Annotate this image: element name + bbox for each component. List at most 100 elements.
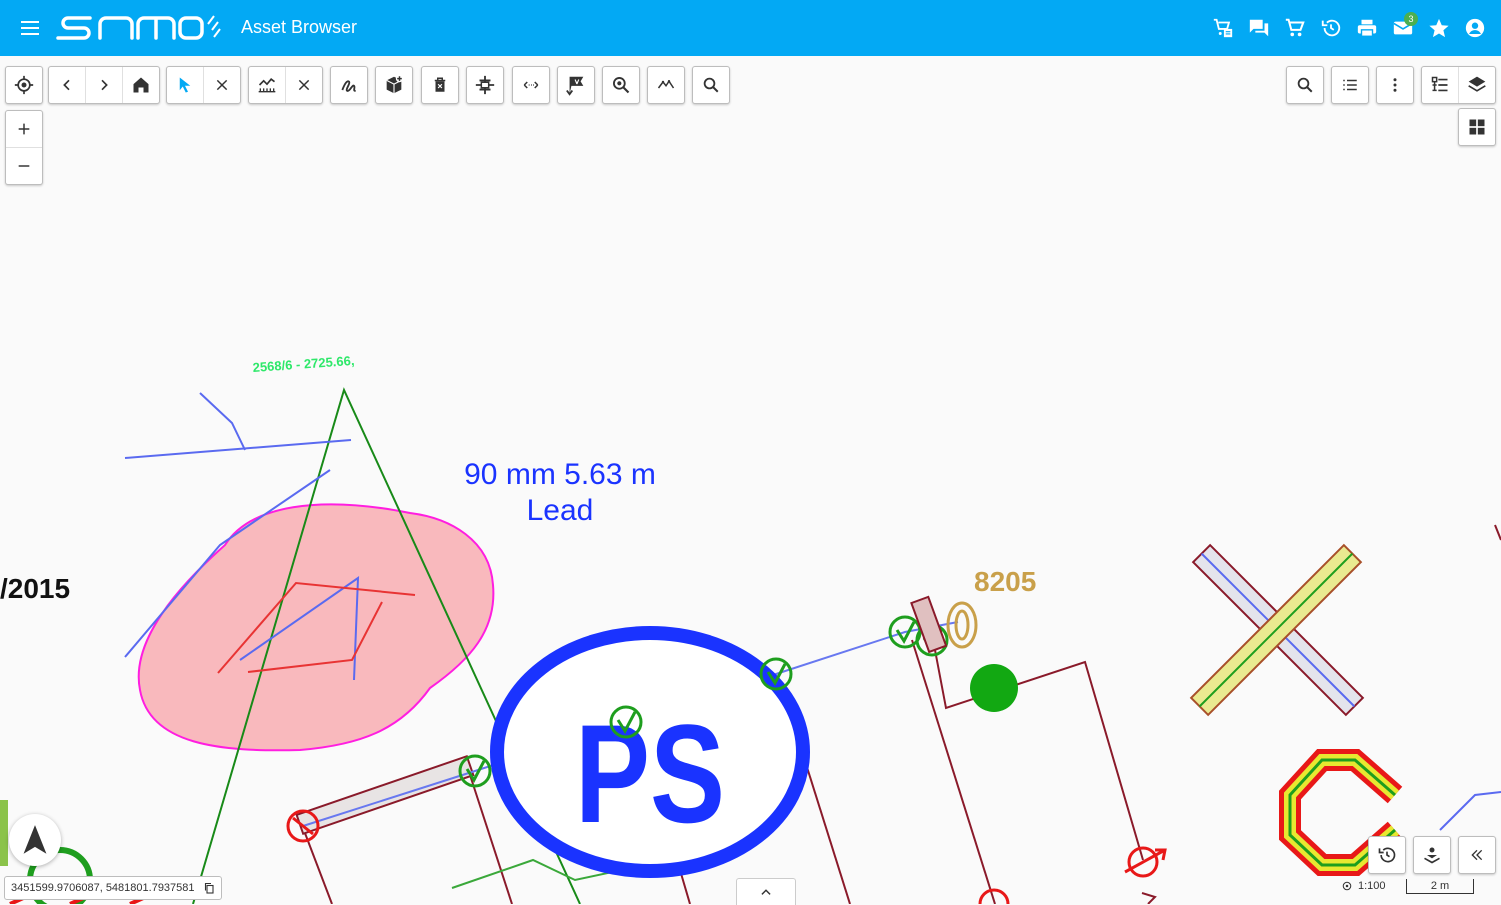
- results-list-button[interactable]: [1332, 67, 1368, 103]
- clear-selection-button[interactable]: [204, 67, 240, 103]
- split-tool-button[interactable]: [467, 67, 503, 103]
- toolbar-select-group: [166, 66, 241, 104]
- layers-user-icon: [1424, 847, 1440, 864]
- chat-icon[interactable]: [1241, 10, 1277, 46]
- inspect-button[interactable]: [603, 67, 639, 103]
- print-icon[interactable]: [1349, 10, 1385, 46]
- more-vertical-icon: [1393, 78, 1397, 92]
- split-icon: [475, 75, 495, 95]
- account-icon[interactable]: [1457, 10, 1493, 46]
- cart-list-icon[interactable]: [1205, 10, 1241, 46]
- profile-tool-button[interactable]: [249, 67, 286, 103]
- close-icon: [216, 79, 228, 91]
- toolbar-label-group: [557, 66, 595, 104]
- chevron-up-icon: [761, 889, 771, 895]
- home-button[interactable]: [123, 67, 159, 103]
- layers-icon: [1468, 76, 1486, 92]
- coordinates-text: 3451599.9706087, 5481801.7937581: [11, 882, 195, 894]
- zoom-in-button[interactable]: [6, 111, 42, 148]
- zoom-control: [5, 110, 43, 185]
- coordinates-display: 3451599.9706087, 5481801.7937581: [4, 876, 222, 900]
- more-options-button[interactable]: [1377, 67, 1413, 103]
- layers-button[interactable]: [1459, 67, 1495, 103]
- trace-icon: [657, 79, 675, 89]
- list-icon: [1343, 79, 1357, 91]
- app-bar: Asset Browser 3: [0, 0, 1501, 56]
- plus-icon: [18, 123, 30, 135]
- chevron-right-icon: [101, 79, 108, 91]
- toolbar-split-group: [466, 66, 504, 104]
- collapse-panel-button[interactable]: [1458, 836, 1496, 874]
- parcel-polygon: [137, 503, 495, 752]
- toolbar-measure-group: [512, 66, 550, 104]
- search-icon: [703, 77, 719, 93]
- home-icon: [133, 77, 149, 93]
- toolbar-nav-group: [48, 66, 160, 104]
- chevron-left-icon: [63, 79, 70, 91]
- copy-icon[interactable]: [203, 882, 215, 894]
- forward-button[interactable]: [86, 67, 123, 103]
- toolbar-profile-group: [248, 66, 323, 104]
- toolbar-trace-group: [647, 66, 685, 104]
- pipe-label-line2: Lead: [527, 494, 594, 527]
- grid-icon: [1469, 119, 1485, 135]
- mail-badge: 3: [1404, 12, 1418, 26]
- scribble-icon: [341, 80, 356, 92]
- toolbar-add-group: [375, 66, 413, 104]
- grid-view-button[interactable]: [1458, 108, 1496, 146]
- zoom-out-button[interactable]: [6, 148, 42, 184]
- search-button[interactable]: [693, 67, 729, 103]
- menu-icon[interactable]: [18, 16, 42, 40]
- delete-button[interactable]: [422, 67, 458, 103]
- label-tool-button[interactable]: [558, 67, 594, 103]
- mail-icon[interactable]: 3: [1385, 10, 1421, 46]
- box-add-icon: [386, 74, 404, 94]
- toolbar-right-search-group: [1286, 66, 1324, 104]
- scale-ratio: 1:100: [1358, 880, 1386, 892]
- double-chevron-left-icon: [1471, 849, 1483, 861]
- legend-list-icon: [1431, 76, 1448, 92]
- legend-button[interactable]: [1422, 67, 1459, 103]
- add-asset-button[interactable]: [376, 67, 412, 103]
- chart-line-icon: [258, 78, 276, 93]
- map-canvas[interactable]: PS 2568/6 - 2725.66, 90 mm 5.63 m Lead /…: [0, 56, 1501, 904]
- scale-icon: [1342, 881, 1352, 891]
- star-icon[interactable]: [1421, 10, 1457, 46]
- toolbar-delete-group: [421, 66, 459, 104]
- parcel-label: 2568/6 - 2725.66,: [252, 353, 355, 375]
- history-icon[interactable]: [1313, 10, 1349, 46]
- scale-bar: 2 m: [1406, 879, 1474, 894]
- scale-info: 1:100: [1342, 880, 1386, 892]
- cart-icon[interactable]: [1277, 10, 1313, 46]
- draw-tool-button[interactable]: [331, 67, 367, 103]
- pointer-icon: [179, 77, 191, 93]
- toolbar-draw-group: [330, 66, 368, 104]
- close-icon: [298, 79, 310, 91]
- toolbar-inspect-group: [602, 66, 640, 104]
- toolbar-right-more-group: [1376, 66, 1414, 104]
- trace-button[interactable]: [648, 67, 684, 103]
- back-button[interactable]: [49, 67, 86, 103]
- navigation-arrow-icon: [23, 825, 47, 854]
- minus-icon: [18, 165, 30, 167]
- map-search-button[interactable]: [1287, 67, 1323, 103]
- pump-station-label: PS: [575, 695, 725, 852]
- layer-switcher-button[interactable]: [1413, 836, 1451, 874]
- measure-button[interactable]: [513, 67, 549, 103]
- expand-panel-button[interactable]: [736, 878, 796, 905]
- toolbar-search-group: [692, 66, 730, 104]
- trash-icon: [434, 77, 446, 92]
- search-icon: [1297, 77, 1313, 93]
- toolbar-right-list-group: [1331, 66, 1369, 104]
- locate-button[interactable]: [6, 67, 42, 103]
- crosshair-icon: [14, 75, 34, 95]
- history-icon: [1378, 847, 1396, 863]
- select-tool-button[interactable]: [167, 67, 204, 103]
- header-actions: 3: [1205, 0, 1501, 56]
- status-indicator: [0, 800, 8, 866]
- clear-profile-button[interactable]: [286, 67, 322, 103]
- north-arrow-button[interactable]: [9, 814, 61, 866]
- history-button[interactable]: [1368, 836, 1406, 874]
- asset-id-label: 8205: [974, 566, 1036, 597]
- flag-text-icon: [566, 76, 584, 96]
